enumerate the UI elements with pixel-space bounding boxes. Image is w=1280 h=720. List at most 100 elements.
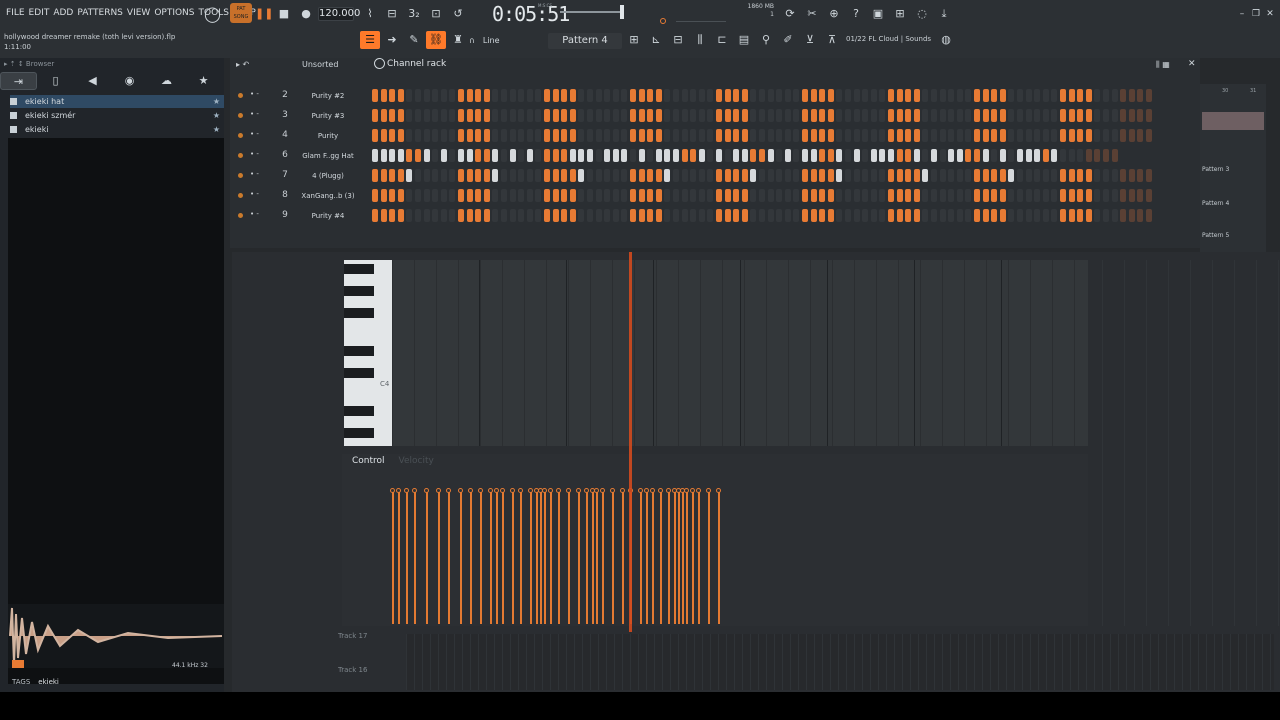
step-button[interactable]	[630, 189, 636, 202]
step-button[interactable]	[965, 209, 972, 222]
velocity-bar[interactable]	[678, 492, 680, 624]
browser-item[interactable]: ekieki ★	[10, 123, 224, 136]
step-button[interactable]	[913, 89, 920, 102]
step-button[interactable]	[707, 189, 714, 202]
step-button[interactable]	[982, 89, 989, 102]
step-button[interactable]	[569, 89, 576, 102]
step-button[interactable]	[483, 109, 490, 122]
velocity-handle[interactable]	[644, 488, 649, 493]
velocity-bar[interactable]	[692, 492, 694, 624]
piano-keyboard[interactable]	[344, 260, 392, 446]
step-button[interactable]	[733, 109, 740, 122]
channel-row[interactable]: • - 4 Purity	[230, 128, 1200, 144]
step-button[interactable]	[483, 129, 490, 142]
step-button[interactable]	[965, 169, 972, 182]
master-pitch-slider[interactable]	[560, 11, 624, 13]
step-button[interactable]	[1085, 129, 1092, 142]
step-button[interactable]	[544, 109, 550, 122]
step-button[interactable]	[827, 109, 834, 122]
step-button[interactable]	[802, 209, 808, 222]
step-button[interactable]	[415, 129, 421, 142]
channel-number[interactable]: 4	[280, 130, 290, 140]
step-button[interactable]	[673, 89, 679, 102]
step-button[interactable]	[415, 89, 421, 102]
channel-row[interactable]: • - 2 Purity #2	[230, 88, 1200, 104]
tag-value[interactable]: ekieki	[38, 678, 59, 686]
step-button[interactable]	[741, 169, 748, 182]
step-button[interactable]	[458, 109, 464, 122]
channel-name[interactable]: Purity	[298, 130, 358, 142]
step-button[interactable]	[956, 89, 963, 102]
step-button[interactable]	[501, 169, 507, 182]
step-button[interactable]	[1085, 169, 1092, 182]
step-button[interactable]	[638, 89, 645, 102]
step-button[interactable]	[724, 89, 731, 102]
velocity-handle[interactable]	[390, 488, 395, 493]
step-button[interactable]	[561, 189, 568, 202]
step-button[interactable]	[621, 209, 628, 222]
velocity-bar[interactable]	[558, 492, 560, 624]
step-button[interactable]	[1034, 129, 1041, 142]
channel-name[interactable]: Purity #3	[298, 110, 358, 122]
step-button[interactable]	[690, 129, 697, 142]
step-button[interactable]	[1068, 129, 1075, 142]
velocity-handle[interactable]	[690, 488, 695, 493]
step-button[interactable]	[759, 149, 765, 162]
step-button[interactable]	[449, 109, 456, 122]
channel-led[interactable]	[238, 93, 243, 98]
step-button[interactable]	[733, 149, 740, 162]
step-button[interactable]	[948, 149, 955, 162]
step-button[interactable]	[836, 129, 843, 142]
step-button[interactable]	[1025, 149, 1032, 162]
step-button[interactable]	[501, 129, 507, 142]
step-button[interactable]	[802, 169, 808, 182]
step-button[interactable]	[647, 109, 654, 122]
velocity-bar[interactable]	[414, 492, 416, 624]
step-button[interactable]	[1008, 189, 1015, 202]
step-button[interactable]	[544, 169, 550, 182]
step-button[interactable]	[372, 109, 378, 122]
step-button[interactable]	[1077, 129, 1084, 142]
step-button[interactable]	[870, 109, 877, 122]
step-button[interactable]	[578, 149, 585, 162]
step-button[interactable]	[776, 209, 783, 222]
step-button[interactable]	[578, 189, 585, 202]
channel-led[interactable]	[238, 153, 243, 158]
step-button[interactable]	[1137, 109, 1144, 122]
step-button[interactable]	[759, 169, 765, 182]
step-button[interactable]	[1094, 129, 1101, 142]
velocity-bar[interactable]	[406, 492, 408, 624]
step-button[interactable]	[1111, 209, 1118, 222]
velocity-bar[interactable]	[596, 492, 598, 624]
step-button[interactable]	[1068, 149, 1075, 162]
step-button[interactable]	[698, 209, 705, 222]
step-button[interactable]	[1120, 189, 1127, 202]
step-button[interactable]	[784, 189, 791, 202]
step-button[interactable]	[1060, 209, 1066, 222]
step-button[interactable]	[1120, 129, 1127, 142]
step-button[interactable]	[690, 149, 697, 162]
step-button[interactable]	[372, 169, 378, 182]
step-button[interactable]	[535, 189, 542, 202]
step-button[interactable]	[999, 89, 1006, 102]
star-icon[interactable]: ★	[213, 123, 220, 136]
step-button[interactable]	[612, 109, 619, 122]
step-button[interactable]	[707, 109, 714, 122]
step-button[interactable]	[1103, 129, 1109, 142]
step-button[interactable]	[698, 109, 705, 122]
step-button[interactable]	[518, 189, 525, 202]
record-icon[interactable]: ●	[298, 6, 314, 22]
step-button[interactable]	[535, 149, 542, 162]
step-button[interactable]	[836, 89, 843, 102]
step-button[interactable]	[483, 169, 490, 182]
step-button[interactable]	[888, 149, 894, 162]
channel-row[interactable]: • - 6 Glam F..gg Hat	[230, 148, 1200, 164]
velocity-handle[interactable]	[706, 488, 711, 493]
step-button[interactable]	[621, 149, 628, 162]
velocity-handle[interactable]	[584, 488, 589, 493]
step-button[interactable]	[741, 149, 748, 162]
step-button[interactable]	[922, 209, 929, 222]
step-button[interactable]	[397, 129, 404, 142]
step-button[interactable]	[501, 109, 507, 122]
brush-icon[interactable]: ✐	[778, 31, 798, 49]
